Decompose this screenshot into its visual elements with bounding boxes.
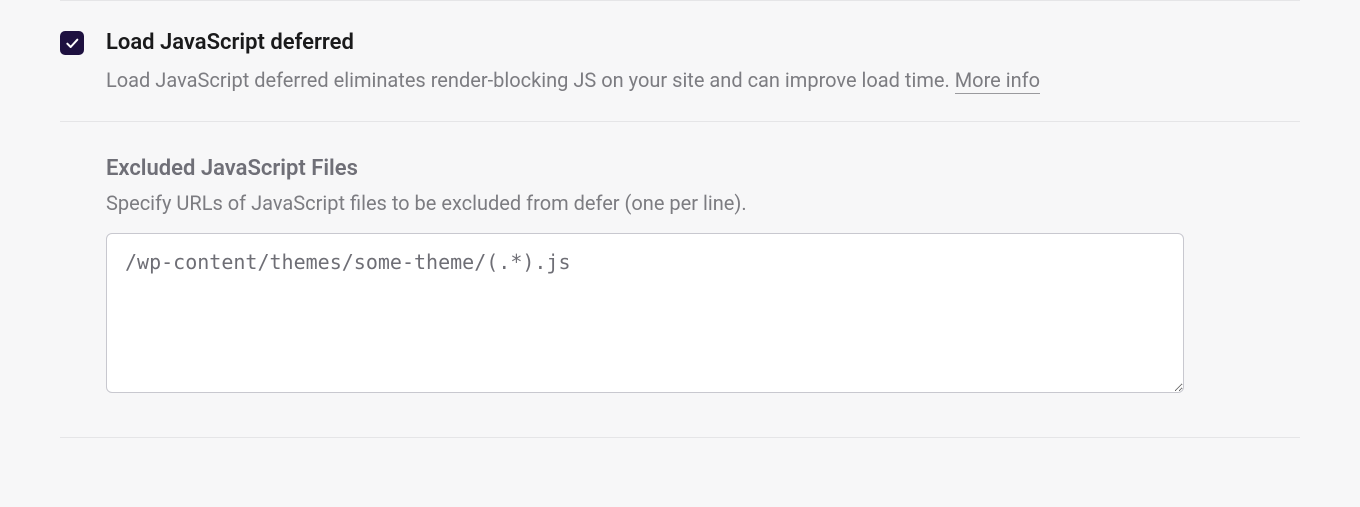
description-text: Load JavaScript deferred eliminates rend… bbox=[106, 68, 955, 92]
excluded-js-description: Specify URLs of JavaScript files to be e… bbox=[106, 191, 1300, 215]
divider bbox=[60, 437, 1300, 438]
load-js-deferred-description: Load JavaScript deferred eliminates rend… bbox=[106, 66, 1300, 95]
load-js-deferred-title: Load JavaScript deferred bbox=[106, 29, 1300, 58]
load-js-deferred-checkbox[interactable] bbox=[60, 31, 84, 55]
checkbox-wrap bbox=[60, 31, 84, 55]
excluded-js-title: Excluded JavaScript Files bbox=[106, 156, 1300, 181]
defer-js-setting-row: Load JavaScript deferred Load JavaScript… bbox=[60, 1, 1300, 121]
excluded-js-section: Excluded JavaScript Files Specify URLs o… bbox=[60, 122, 1300, 437]
defer-body: Load JavaScript deferred Load JavaScript… bbox=[106, 29, 1300, 95]
settings-panel: Load JavaScript deferred Load JavaScript… bbox=[0, 0, 1360, 438]
excluded-js-textarea[interactable] bbox=[106, 233, 1184, 393]
check-icon bbox=[64, 35, 80, 51]
more-info-link[interactable]: More info bbox=[955, 68, 1040, 94]
